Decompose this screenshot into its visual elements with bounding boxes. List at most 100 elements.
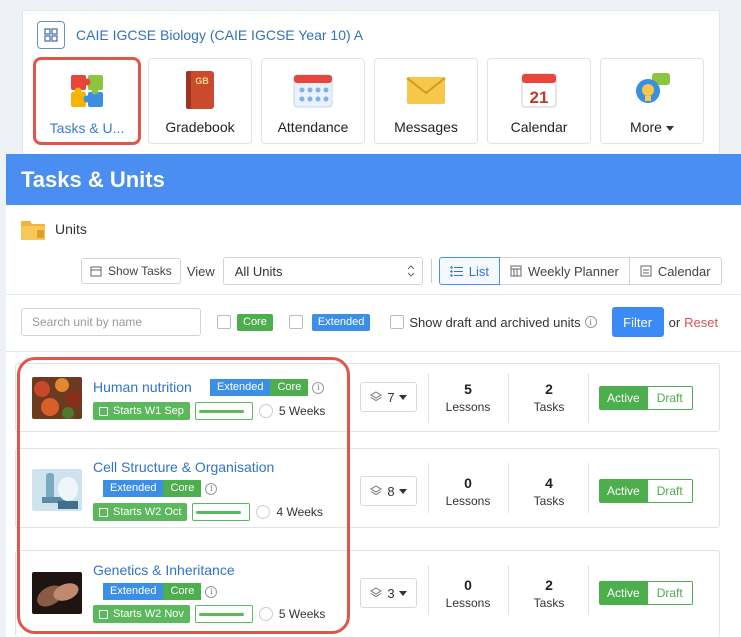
core-tag: Core [270,379,309,396]
unit-title[interactable]: Human nutrition [93,379,192,395]
unit-weeks: 5 Weeks [278,404,326,418]
info-icon[interactable]: i [205,482,218,495]
app-gradebook[interactable]: GB Gradebook [148,58,252,144]
unit-tags: Extended Core i [103,480,218,497]
calendar-small-icon [99,609,108,619]
active-button[interactable]: Active [599,581,648,605]
app-calendar[interactable]: 21 Calendar [487,58,591,144]
layers-dropdown[interactable]: 3 [360,578,417,608]
view-mode-group: List Weekly Planner Calendar [438,257,722,285]
chevron-down-icon [398,590,407,596]
tasks-stat: 2 Tasks [533,381,565,414]
layers-dropdown[interactable]: 8 [360,476,417,506]
status-toggle: Active Draft [599,386,693,410]
app-label: Tasks & U... [49,120,125,136]
view-select[interactable]: All Units [222,257,423,285]
reset-link[interactable]: Reset [684,315,718,330]
lessons-stat: 0 Lessons [445,577,491,610]
extended-tag: Extended [210,379,271,396]
progress-fill [198,409,244,413]
app-tasks-units[interactable]: Tasks & U... [33,57,141,145]
unit-card[interactable]: Cell Structure & Organisation Extended C… [15,448,720,528]
filter-button[interactable]: Filter [611,307,664,337]
unit-weeks: 4 Weeks [276,505,323,519]
layers-dropdown[interactable]: 7 [360,382,417,412]
core-tag: Core [163,480,202,497]
app-launcher: Tasks & U... GB Gradebook Attendance Mes… [33,57,713,145]
calendar-view-button[interactable]: Calendar [629,257,722,285]
extended-tag: Extended [103,480,164,497]
puzzle-icon [71,75,103,107]
attendance-icon [293,74,333,108]
units-header: Units [20,217,87,241]
app-attendance[interactable]: Attendance [261,58,365,144]
unit-title[interactable]: Genetics & Inheritance [93,562,235,578]
search-input[interactable]: Search unit by name [21,308,201,336]
unit-card[interactable]: Human nutrition Extended Core i Starts W… [15,363,720,432]
info-icon[interactable]: i [584,316,597,328]
toolbar: Show Tasks View All Units List Weekly Pl… [81,257,722,285]
unit-title[interactable]: Cell Structure & Organisation [93,459,274,475]
course-title[interactable]: CAIE IGCSE Biology (CAIE IGCSE Year 10) … [76,27,363,43]
app-grid-button[interactable] [37,21,65,49]
unit-thumbnail [32,377,82,419]
unit-thumbnail [32,469,82,511]
draft-button[interactable]: Draft [647,581,693,605]
lessons-stat: 5 Lessons [445,381,491,414]
starts-badge: Starts W2 Oct [93,503,188,521]
view-label: View [186,263,215,279]
divider [6,294,741,295]
app-label: Attendance [277,119,349,135]
divider [6,351,741,352]
app-label: More [630,119,662,135]
active-button[interactable]: Active [599,386,648,410]
app-label: Gradebook [165,119,235,135]
unit-meta: Starts W2 Oct 4 Weeks [93,503,323,521]
extended-tag: Extended [311,313,371,331]
circle-icon [258,404,273,418]
list-icon [450,265,463,277]
show-draft-checkbox[interactable] [390,315,405,329]
extended-checkbox[interactable] [288,315,303,329]
unit-tags: Extended Core i [103,583,218,600]
progress-bar [192,503,251,521]
active-button[interactable]: Active [599,479,648,503]
gradebook-icon: GB [186,71,214,109]
unit-card[interactable]: Genetics & Inheritance Extended Core i S… [15,550,720,637]
weekly-planner-button[interactable]: Weekly Planner [500,257,630,285]
calendar-small-icon [90,266,102,277]
draft-button[interactable]: Draft [647,386,693,410]
folder-icon [21,221,45,240]
unit-thumbnail [32,572,82,614]
course-header: CAIE IGCSE Biology (CAIE IGCSE Year 10) … [37,21,363,49]
layers-icon [370,587,383,598]
app-more[interactable]: More [600,58,704,144]
list-view-button[interactable]: List [438,257,500,285]
layers-icon [370,391,383,402]
chevron-down-icon [398,394,407,400]
unit-tags: Extended Core i [210,379,325,396]
progress-fill [196,510,242,514]
progress-bar [194,402,253,420]
core-tag: Core [163,583,202,600]
starts-badge: Starts W2 Nov [93,605,190,623]
draft-button[interactable]: Draft [647,479,693,503]
info-icon[interactable]: i [312,381,325,394]
app-label: Messages [394,119,458,135]
app-messages[interactable]: Messages [374,58,478,144]
core-checkbox[interactable] [217,315,231,329]
calendar-small-icon [99,507,108,517]
unit-meta: Starts W2 Nov 5 Weeks [93,605,325,623]
chevron-down-icon [398,488,407,494]
tasks-units-panel: Tasks & Units Units Show Tasks View All … [6,154,741,637]
extended-tag: Extended [103,583,164,600]
info-icon[interactable]: i [205,585,218,598]
circle-icon [256,505,271,519]
app-label: Calendar [510,119,568,135]
tasks-stat: 4 Tasks [533,475,565,508]
show-tasks-button[interactable]: Show Tasks [81,258,181,284]
layers-icon [370,485,383,496]
filter-row: Search unit by name Core Extended Show d… [21,307,718,337]
tasks-stat: 2 Tasks [533,577,565,610]
core-tag: Core [237,313,273,331]
